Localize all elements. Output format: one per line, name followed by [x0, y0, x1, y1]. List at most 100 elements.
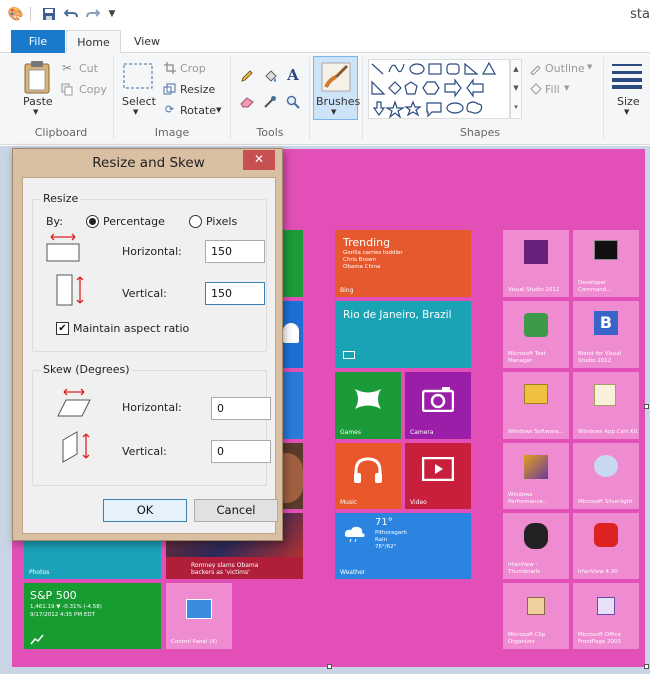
- percentage-label[interactable]: Percentage: [103, 215, 165, 228]
- paste-button[interactable]: Paste: [23, 95, 53, 108]
- maintain-aspect-label[interactable]: Maintain aspect ratio: [73, 322, 189, 335]
- tile-app: Developer Command...: [573, 230, 639, 297]
- tile-app-label: Developer Command...: [578, 280, 612, 293]
- skew-vertical-label: Vertical:: [122, 445, 167, 458]
- trending-line: Obama China: [343, 264, 381, 270]
- fill-bucket-icon[interactable]: [262, 68, 278, 84]
- tile-app: Windows Software...: [503, 372, 569, 439]
- pixels-label[interactable]: Pixels: [206, 215, 237, 228]
- shapes-scroll[interactable]: ▲ ▼ ▾: [510, 59, 522, 119]
- test-manager-icon: [524, 313, 548, 337]
- tile-app: Microsoft Office FrontPage 2003: [573, 583, 639, 649]
- undo-icon[interactable]: [63, 6, 79, 22]
- brush-icon: [319, 60, 353, 94]
- tile-app-label: Windows Software...: [508, 429, 564, 435]
- copy-button[interactable]: Copy: [79, 83, 107, 96]
- outline-dropdown-icon[interactable]: ▼: [587, 63, 592, 71]
- weather-temp: 71°: [375, 517, 393, 528]
- maintain-aspect-checkbox[interactable]: ✔: [56, 322, 69, 335]
- tile-app: Microsoft Test Manager: [503, 301, 569, 368]
- customize-qat-icon[interactable]: ▼: [104, 6, 120, 22]
- color-picker-icon[interactable]: [262, 94, 278, 110]
- trending-title: Trending: [343, 236, 391, 249]
- skew-horizontal-input[interactable]: 0: [211, 397, 271, 420]
- rotate-button[interactable]: Rotate: [180, 104, 216, 117]
- tile-games-label: Games: [340, 429, 361, 436]
- size-icon[interactable]: [611, 62, 643, 90]
- games-icon: [355, 389, 381, 409]
- save-icon[interactable]: [41, 6, 57, 22]
- tile-music-label: Music: [340, 499, 358, 506]
- trending-lines: Gorilla carries toddler Chris Brown Obam…: [343, 250, 403, 271]
- select-button[interactable]: Select: [122, 95, 156, 108]
- magnifier-icon[interactable]: [285, 94, 301, 110]
- pixels-radio[interactable]: [189, 215, 202, 228]
- tile-app: Microsoft Clip Organizer: [503, 583, 569, 649]
- canvas-resize-handle-corner[interactable]: [644, 664, 649, 669]
- skew-vertical-input[interactable]: 0: [211, 440, 271, 463]
- performance-icon: [524, 455, 548, 479]
- rotate-dropdown-icon[interactable]: ▼: [216, 106, 221, 114]
- skew-group-title: Skew (Degrees): [41, 363, 132, 376]
- divider: [362, 57, 363, 139]
- fill-button[interactable]: Fill: [545, 83, 560, 96]
- tile-video: Video: [405, 443, 471, 509]
- brushes-dropdown-icon[interactable]: ▼: [331, 108, 336, 116]
- tile-control-panel: Control Panel (4): [166, 583, 232, 649]
- select-icon[interactable]: [123, 62, 153, 90]
- shapes-gallery[interactable]: [368, 59, 510, 119]
- tile-music: Music: [335, 443, 401, 509]
- close-button[interactable]: ✕: [243, 150, 275, 170]
- tile-trending: Trending Gorilla carries toddler Chris B…: [335, 230, 471, 297]
- outline-icon: [528, 61, 542, 75]
- divider: [309, 57, 310, 139]
- cert-kit-icon: [594, 384, 616, 406]
- weather-place: Pithoragarh: [375, 530, 407, 536]
- resize-button[interactable]: Resize: [180, 83, 215, 96]
- folder-icon: [524, 384, 548, 404]
- percentage-radio[interactable]: [86, 215, 99, 228]
- paint-app-icon[interactable]: 🎨: [8, 6, 24, 22]
- divider: [113, 57, 114, 139]
- tile-games: Games: [335, 372, 401, 439]
- text-icon[interactable]: A: [285, 66, 301, 84]
- cut-button[interactable]: Cut: [79, 62, 98, 75]
- control-panel-icon: [186, 599, 212, 619]
- paste-dropdown-icon[interactable]: ▼: [33, 108, 38, 116]
- tile-news-label: Romney slams Obama backers as 'victims': [191, 562, 259, 576]
- resize-horizontal-input[interactable]: 150: [205, 240, 265, 263]
- tile-app: IrfanView 4.30: [573, 513, 639, 579]
- tab-file[interactable]: File: [11, 30, 65, 53]
- paste-icon[interactable]: [22, 59, 52, 95]
- tile-control-panel-label: Control Panel (4): [171, 639, 218, 645]
- tab-home[interactable]: Home: [66, 30, 121, 54]
- suitcase-icon: [343, 351, 355, 359]
- ribbon: Paste ▼ ✂ Cut Copy Clipboard Select ▼ Cr…: [0, 53, 650, 145]
- tile-app-label: Microsoft Test Manager: [508, 351, 546, 364]
- resize-group-title: Resize: [41, 192, 81, 205]
- crop-button[interactable]: Crop: [180, 62, 206, 75]
- resize-vertical-input[interactable]: 150: [205, 282, 265, 305]
- tools-group-label: Tools: [256, 126, 284, 139]
- tile-app-label: IrfanView - Thumbnails: [508, 562, 540, 575]
- size-button[interactable]: Size: [617, 95, 640, 108]
- tile-finance: S&P 500 1,461.19 ▼ -0.31% (-4.58) 9/17/2…: [24, 583, 161, 649]
- eraser-icon[interactable]: [239, 94, 255, 110]
- pencil-icon[interactable]: [239, 68, 255, 84]
- outline-button[interactable]: Outline: [545, 62, 585, 75]
- select-dropdown-icon[interactable]: ▼: [133, 108, 138, 116]
- canvas-resize-handle-right[interactable]: [644, 404, 649, 409]
- headphones-icon: [354, 457, 382, 483]
- tab-view[interactable]: View: [122, 30, 172, 53]
- visual-studio-icon: [524, 240, 548, 264]
- redo-icon[interactable]: [85, 6, 101, 22]
- fill-icon: [528, 82, 542, 96]
- clip-organizer-icon: [527, 597, 545, 615]
- ok-button[interactable]: OK: [103, 499, 187, 522]
- cancel-button[interactable]: Cancel: [194, 499, 278, 522]
- canvas-resize-handle-bottom[interactable]: [327, 664, 332, 669]
- finance-title: S&P 500: [30, 589, 77, 602]
- finance-line-1: 1,461.19 ▼ -0.31% (-4.58): [30, 604, 102, 610]
- size-dropdown-icon[interactable]: ▼: [624, 108, 629, 116]
- fill-dropdown-icon[interactable]: ▼: [564, 84, 569, 92]
